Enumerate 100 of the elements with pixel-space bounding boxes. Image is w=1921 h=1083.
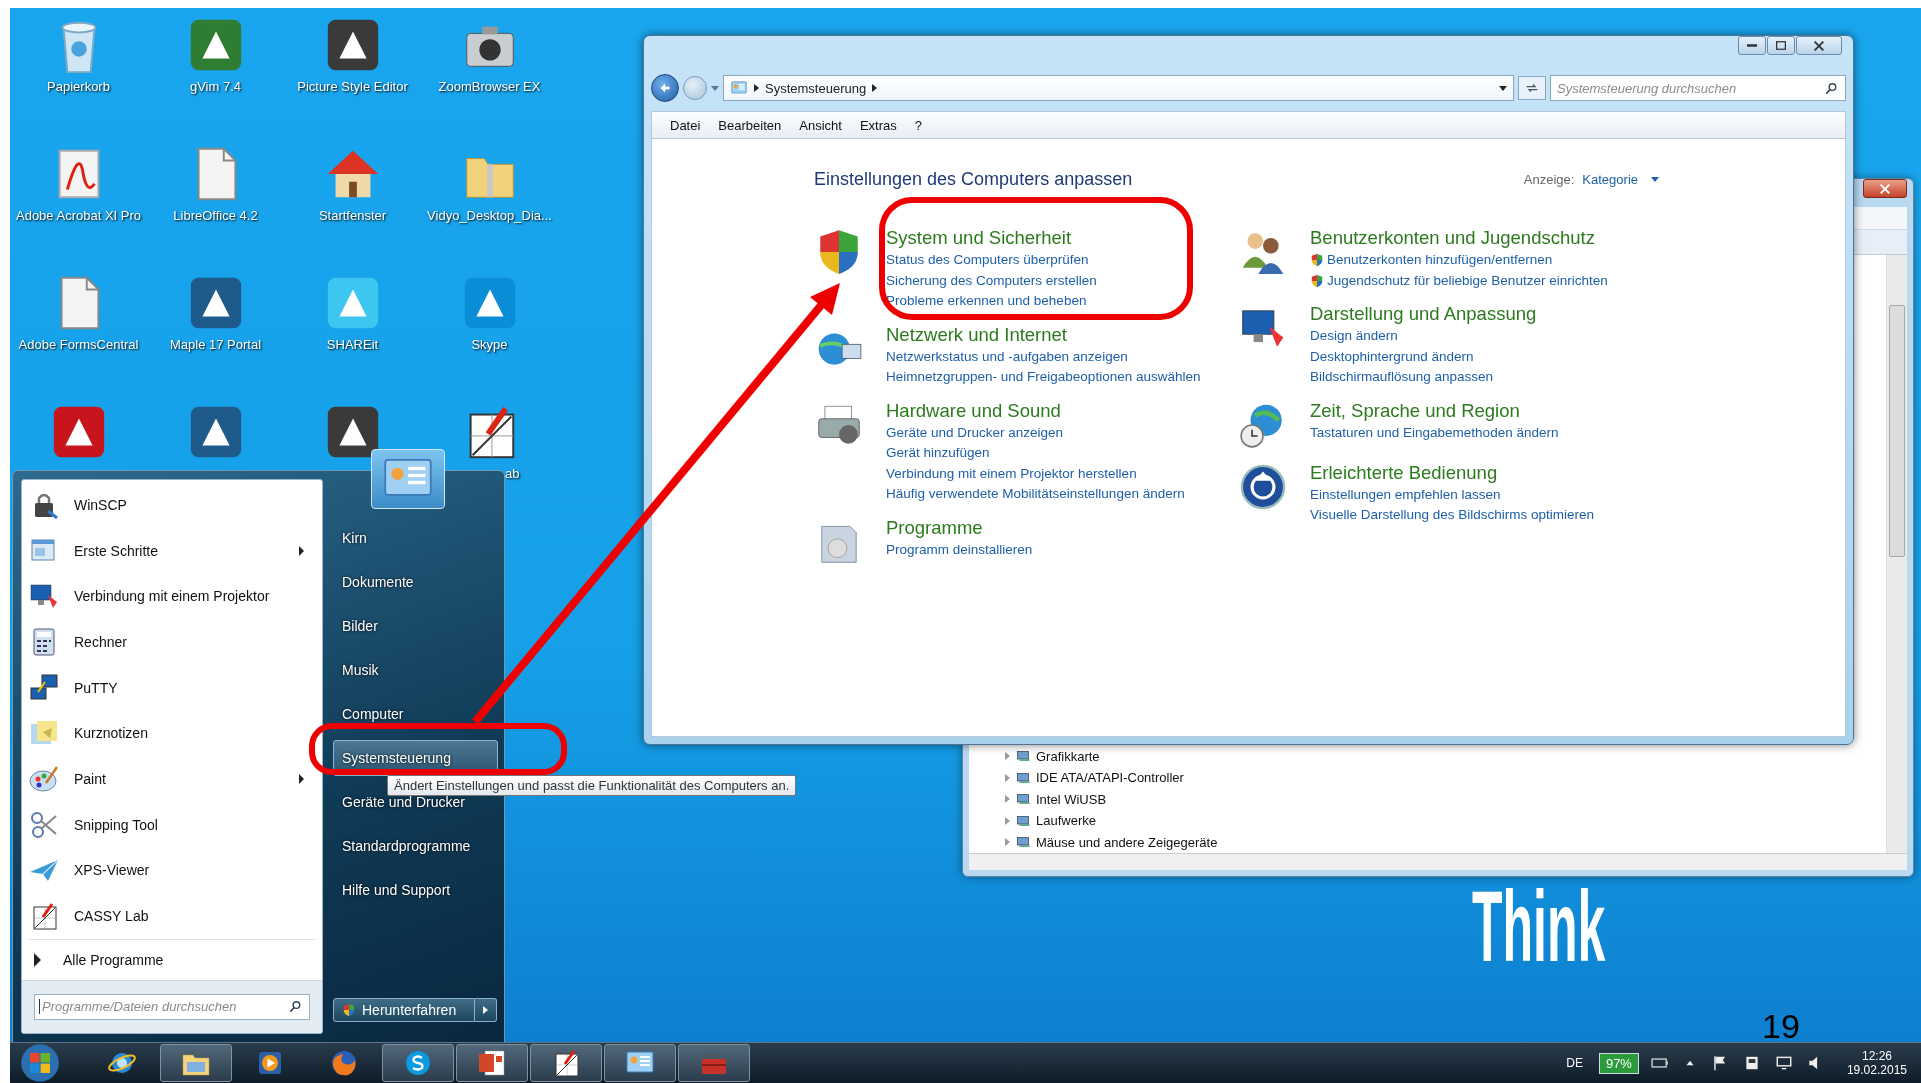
taskbar-button[interactable] — [160, 1044, 232, 1082]
breadcrumb[interactable]: Systemsteuerung — [765, 80, 867, 96]
program-label: Rechner — [74, 633, 128, 650]
all-programs-item[interactable]: Alle Programme — [28, 938, 316, 980]
task-link[interactable]: Netzwerkstatus und -aufgaben anzeigen — [886, 346, 1128, 367]
task-link[interactable]: Geräte und Drucker anzeigen — [886, 422, 1064, 443]
dropdown-icon[interactable] — [1651, 177, 1659, 182]
category-link[interactable]: Erleichterte Bedienung — [1310, 459, 1498, 485]
close-button[interactable] — [1796, 36, 1842, 55]
taskbar-button[interactable] — [456, 1044, 528, 1082]
program-item[interactable]: PuTTY — [22, 664, 322, 711]
menu-item[interactable]: Computer — [333, 696, 498, 732]
tree-item[interactable]: Laufwerke — [1036, 813, 1096, 829]
task-link[interactable]: Desktophintergrund ändern — [1310, 346, 1474, 367]
category-link[interactable]: System und Sicherheit — [886, 225, 1072, 250]
user-picture[interactable] — [371, 449, 445, 509]
category-link[interactable]: Zeit, Sprache und Region — [1310, 397, 1520, 423]
program-item[interactable]: XPS-Viewer — [22, 847, 322, 894]
breadcrumb-arrow-icon[interactable] — [872, 84, 878, 92]
dropdown-icon[interactable] — [1499, 85, 1507, 91]
menu-item[interactable]: Standardprogramme — [333, 828, 498, 864]
category-link[interactable]: Hardware und Sound — [886, 397, 1061, 423]
task-link[interactable]: Visuelle Darstellung des Bildschirms optimieren — [1310, 505, 1595, 526]
scroll-thumb[interactable] — [1889, 305, 1905, 557]
menu-item[interactable]: Bilder — [333, 608, 498, 644]
menu-item[interactable]: Dokumente — [333, 564, 498, 600]
breadcrumb-arrow-icon[interactable] — [754, 84, 759, 92]
windows-logo-icon — [20, 1043, 60, 1083]
task-link[interactable]: Häufig verwendete Mobilitätseinstellungen ändern — [886, 484, 1185, 505]
scrollbar[interactable] — [1886, 255, 1907, 853]
task-link[interactable]: Einstellungen empfehlen lassen — [1310, 484, 1501, 505]
task-link[interactable]: Gerät hinzufügen — [886, 443, 990, 464]
program-item[interactable]: Kurznotizen — [22, 710, 322, 757]
taskbar-button[interactable] — [530, 1044, 602, 1082]
expander-icon[interactable] — [1005, 816, 1010, 825]
task-link[interactable]: Probleme erkennen und beheben — [886, 291, 1087, 312]
program-item[interactable]: Snipping Tool — [22, 801, 322, 848]
tree-item[interactable]: Mäuse und andere Zeigegeräte — [1036, 834, 1218, 850]
tree-item[interactable]: Grafikkarte — [1036, 748, 1100, 764]
expander-icon[interactable] — [1005, 752, 1010, 761]
menu-item[interactable]: Ansicht — [799, 117, 842, 133]
task-link[interactable]: Design ändern — [1310, 326, 1398, 347]
tree-item[interactable]: Intel WiUSB — [1036, 791, 1107, 807]
maximize-button[interactable] — [1767, 36, 1795, 55]
start-button[interactable] — [18, 1043, 62, 1083]
program-item[interactable]: WinSCP — [22, 482, 322, 528]
back-button[interactable] — [651, 74, 679, 102]
program-label: PuTTY — [74, 679, 119, 696]
program-label: Verbindung mit einem Projektor — [74, 588, 271, 605]
task-link[interactable]: Heimnetzgruppen- und Freigabeoptionen auswählen — [886, 367, 1201, 388]
menu-item[interactable]: Bearbeiten — [718, 117, 782, 133]
taskbar-button[interactable] — [604, 1044, 676, 1082]
search-field[interactable]: Programme/Dateien durchsuchen — [34, 993, 310, 1020]
task-link[interactable]: Benutzerkonten hinzufügen/entfernen — [1327, 250, 1553, 271]
program-item[interactable]: Paint — [22, 756, 322, 802]
expander-icon[interactable] — [1005, 838, 1010, 847]
menu-item[interactable]: Hilfe und Support — [333, 872, 498, 908]
clock-date: 19.02.2015 — [1846, 1063, 1907, 1077]
clock-time: 12:26 — [1861, 1049, 1892, 1063]
menu-item[interactable]: Datei — [670, 117, 701, 133]
task-link[interactable]: Status des Computers überprüfen — [886, 250, 1089, 271]
view-dropdown[interactable]: Kategorie — [1582, 172, 1638, 187]
task-link[interactable]: Bildschirmauflösung anpassen — [1310, 367, 1494, 388]
close-button[interactable] — [1863, 179, 1907, 198]
category-link[interactable]: Programme — [886, 514, 983, 540]
category-link[interactable]: Darstellung und Anpassung — [1310, 301, 1537, 326]
shutdown-options-button[interactable] — [475, 998, 497, 1022]
program-item[interactable]: Erste Schritte — [22, 527, 322, 574]
task-link[interactable]: Tastaturen und Eingabemethoden ändern — [1310, 422, 1559, 443]
task-link[interactable]: Jugendschutz für beliebige Benutzer einrichten — [1327, 270, 1608, 291]
clock[interactable]: 12:26 19.02.2015 — [1846, 1049, 1907, 1077]
task-link[interactable]: Programm deinstallieren — [886, 539, 1033, 560]
category-link[interactable]: Netzwerk und Internet — [886, 321, 1067, 347]
expand-arrow-icon[interactable] — [34, 952, 41, 967]
search-field[interactable]: Systemsteuerung durchsuchen — [1550, 75, 1846, 101]
minimize-icon — [1747, 44, 1757, 47]
menu-item[interactable]: ? — [914, 117, 922, 133]
menu-item[interactable]: Extras — [859, 117, 897, 133]
refresh-button[interactable] — [1518, 76, 1546, 100]
menu-item[interactable]: Musik — [333, 652, 498, 688]
shutdown-button[interactable]: Herunterfahren — [333, 998, 475, 1022]
menu-item[interactable]: Kirn — [333, 520, 498, 556]
address-bar[interactable]: Systemsteuerung — [723, 75, 1514, 101]
category-link[interactable]: Benutzerkonten und Jugendschutz — [1310, 225, 1595, 250]
task-link[interactable]: Sicherung des Computers erstellen — [886, 270, 1097, 291]
language-indicator[interactable]: DE — [1566, 1056, 1583, 1070]
tree-item[interactable]: IDE ATA/ATAPI-Controller — [1036, 770, 1184, 786]
expander-icon[interactable] — [1005, 773, 1010, 782]
minimize-button[interactable] — [1738, 36, 1766, 55]
task-link[interactable]: Verbindung mit einem Projektor herstellen — [886, 463, 1137, 484]
submenu-arrow-icon[interactable] — [299, 545, 304, 556]
program-item[interactable]: Rechner — [22, 619, 322, 665]
battery-indicator[interactable]: 97% — [1598, 1052, 1639, 1074]
program-item[interactable]: CASSY Lab — [22, 893, 322, 939]
expander-icon[interactable] — [1005, 795, 1010, 804]
program-item[interactable]: Verbindung mit einem Projektor — [22, 573, 322, 620]
caret-icon[interactable] — [483, 1006, 488, 1014]
taskbar-button[interactable] — [382, 1044, 454, 1082]
monitor-icon[interactable] — [1774, 1054, 1793, 1072]
submenu-arrow-icon[interactable] — [299, 773, 304, 784]
